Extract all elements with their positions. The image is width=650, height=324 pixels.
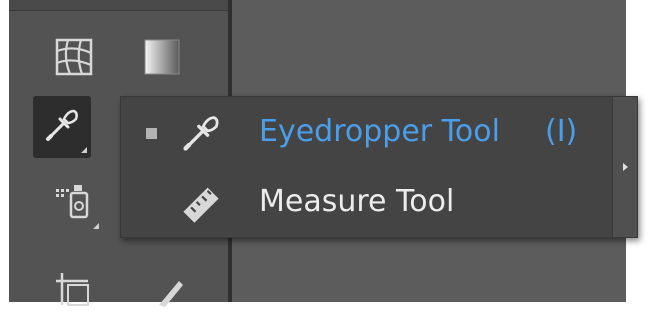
symbol-sprayer-icon [54, 179, 94, 227]
menu-item-eyedropper-tool[interactable]: Eyedropper Tool (I) [121, 101, 613, 161]
mesh-icon [54, 37, 94, 81]
tool-eyedropper[interactable] [33, 96, 91, 158]
tool-mesh[interactable] [45, 28, 103, 90]
slice-icon [149, 271, 189, 315]
eyedropper-icon [42, 105, 82, 149]
tool-flyout-menu: Eyedropper Tool (I) Measure Tool [120, 96, 638, 238]
subtools-indicator [81, 147, 87, 153]
menu-item-shortcut: (I) [545, 114, 578, 149]
tearoff-button[interactable] [612, 97, 637, 237]
gradient-icon [142, 37, 182, 81]
subtools-indicator [93, 223, 99, 229]
tool-artboard[interactable] [45, 262, 103, 324]
chevron-right-icon [622, 163, 628, 171]
tool-slice[interactable] [140, 262, 198, 324]
ruler-icon [179, 181, 223, 225]
active-tool-bullet [146, 128, 157, 139]
menu-item-measure-tool[interactable]: Measure Tool [121, 171, 613, 231]
eyedropper-icon [179, 111, 223, 155]
window-edge-left [0, 0, 9, 302]
menu-item-label: Measure Tool [259, 184, 455, 219]
tool-symbol-sprayer[interactable] [45, 172, 103, 234]
menu-item-label: Eyedropper Tool [259, 114, 500, 149]
tool-gradient[interactable] [133, 28, 191, 90]
artboard-icon [54, 271, 94, 315]
tools-panel-top-row [9, 0, 228, 11]
